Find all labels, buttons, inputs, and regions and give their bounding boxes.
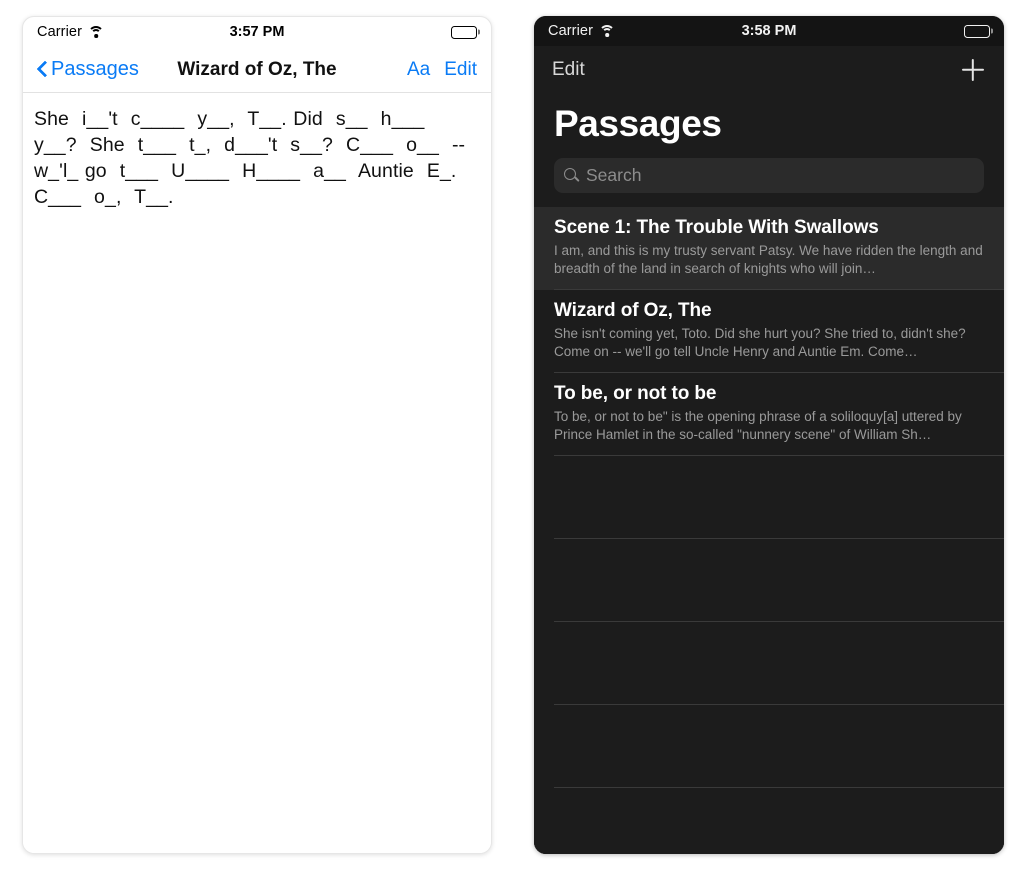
- status-bar-left-group-dark: Carrier: [548, 23, 616, 39]
- list-item[interactable]: [534, 622, 1004, 705]
- chevron-left-icon: [37, 60, 48, 79]
- search-input[interactable]: Search: [554, 158, 984, 193]
- wifi-icon: [88, 26, 105, 38]
- list-item-title: Scene 1: The Trouble With Swallows: [554, 217, 879, 238]
- status-bar-right-group-dark: [964, 24, 990, 38]
- dark-phone-frame: Carrier 3:58 PM Edit Passages Search Sce…: [534, 16, 1004, 854]
- edit-button-dark[interactable]: Edit: [552, 59, 585, 81]
- back-button[interactable]: Passages: [37, 58, 139, 81]
- passages-title: Passages: [554, 103, 722, 144]
- list-item-subtitle: She isn't coming yet, Toto. Did she hurt…: [554, 326, 966, 359]
- carrier-label-dark: Carrier: [548, 23, 594, 39]
- status-bar-left-group: Carrier: [37, 24, 105, 40]
- edit-button[interactable]: Edit: [444, 59, 477, 81]
- status-bar-right-group: [451, 25, 477, 39]
- font-size-button[interactable]: Aa: [407, 59, 430, 81]
- carrier-label: Carrier: [37, 24, 83, 40]
- status-bar-light: Carrier 3:57 PM: [23, 17, 491, 47]
- list-item-title: Wizard of Oz, The: [554, 300, 712, 321]
- screenshot-stage: Carrier 3:57 PM Passages Wizard of Oz, T…: [0, 0, 1024, 870]
- navigation-actions: Aa Edit: [407, 59, 477, 81]
- list-item[interactable]: Scene 1: The Trouble With Swallows I am, …: [534, 207, 1004, 290]
- list-item[interactable]: [534, 705, 1004, 788]
- list-item[interactable]: [534, 456, 1004, 539]
- list-item[interactable]: [534, 788, 1004, 854]
- battery-icon: [964, 24, 990, 38]
- list-item-title: To be, or not to be: [554, 383, 717, 404]
- plus-icon[interactable]: [960, 57, 986, 83]
- list-item-subtitle: I am, and this is my trusty servant Pats…: [554, 243, 983, 276]
- list-item[interactable]: Wizard of Oz, The She isn't coming yet, T…: [534, 290, 1004, 373]
- list-item-subtitle: To be, or not to be" is the opening phra…: [554, 409, 962, 442]
- list-item[interactable]: To be, or not to be To be, or not to be" …: [534, 373, 1004, 456]
- passage-editor[interactable]: She i__'t c____ y__, T__. Did s__ h___ y…: [23, 93, 491, 853]
- back-button-label: Passages: [51, 58, 139, 80]
- navigation-bar-dark: Edit: [534, 46, 1004, 94]
- list-item[interactable]: [534, 539, 1004, 622]
- search-icon: [564, 168, 579, 183]
- passage-text-content[interactable]: She i__'t c____ y__, T__. Did s__ h___ y…: [34, 106, 480, 210]
- search-placeholder: Search: [586, 165, 642, 185]
- wifi-icon: [599, 25, 616, 37]
- large-title-container: Passages: [534, 94, 1004, 150]
- light-phone-frame: Carrier 3:57 PM Passages Wizard of Oz, T…: [22, 16, 492, 854]
- navigation-bar-light: Passages Wizard of Oz, The Aa Edit: [23, 47, 491, 93]
- status-bar-dark: Carrier 3:58 PM: [534, 16, 1004, 46]
- battery-icon: [451, 25, 477, 39]
- passages-list[interactable]: Scene 1: The Trouble With Swallows I am, …: [534, 207, 1004, 854]
- search-bar-container: Search: [534, 150, 1004, 207]
